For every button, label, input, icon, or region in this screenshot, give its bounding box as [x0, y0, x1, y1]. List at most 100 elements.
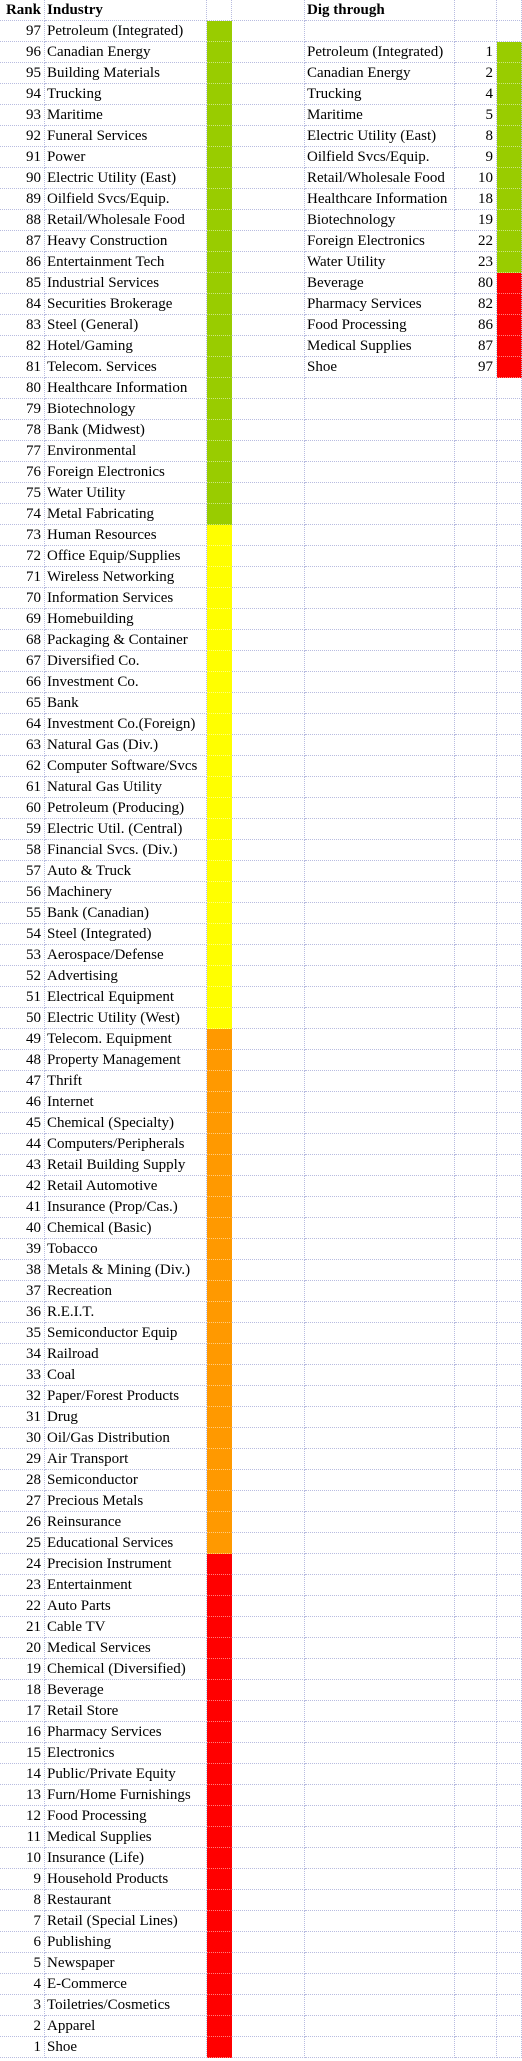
dig-color-cell[interactable] [497, 1470, 522, 1491]
dig-value-cell[interactable] [455, 609, 497, 630]
industry-cell[interactable]: Human Resources [45, 525, 207, 546]
dig-value-cell[interactable] [455, 1218, 497, 1239]
tier-color-cell[interactable] [207, 1596, 232, 1617]
industry-cell[interactable]: Electric Utility (East) [45, 168, 207, 189]
tier-color-cell[interactable] [207, 1911, 232, 1932]
cell[interactable] [232, 630, 305, 651]
tier-color-cell[interactable] [207, 378, 232, 399]
dig-value-cell[interactable] [455, 1071, 497, 1092]
cell[interactable] [232, 987, 305, 1008]
dig-color-cell[interactable] [497, 735, 522, 756]
rank-cell[interactable]: 63 [0, 735, 45, 756]
rank-cell[interactable]: 4 [0, 1974, 45, 1995]
dig-name-cell[interactable] [305, 861, 455, 882]
dig-value-cell[interactable] [455, 1890, 497, 1911]
dig-color-cell[interactable] [497, 1218, 522, 1239]
dig-value-cell[interactable] [455, 378, 497, 399]
industry-cell[interactable]: Railroad [45, 1344, 207, 1365]
rank-cell[interactable]: 68 [0, 630, 45, 651]
rank-cell[interactable]: 2 [0, 2016, 45, 2037]
cell[interactable] [232, 882, 305, 903]
industry-cell[interactable]: Advertising [45, 966, 207, 987]
industry-cell[interactable]: Healthcare Information [45, 378, 207, 399]
tier-color-cell[interactable] [207, 441, 232, 462]
rank-cell[interactable]: 79 [0, 399, 45, 420]
dig-value-cell[interactable] [455, 651, 497, 672]
industry-cell[interactable]: Chemical (Diversified) [45, 1659, 207, 1680]
industry-cell[interactable]: Trucking [45, 84, 207, 105]
tier-color-cell[interactable] [207, 1848, 232, 1869]
tier-color-cell[interactable] [207, 1806, 232, 1827]
cell[interactable] [232, 609, 305, 630]
industry-cell[interactable]: Steel (General) [45, 315, 207, 336]
cell[interactable] [232, 1617, 305, 1638]
industry-cell[interactable]: Natural Gas Utility [45, 777, 207, 798]
dig-name-cell[interactable] [305, 1596, 455, 1617]
rank-cell[interactable]: 96 [0, 42, 45, 63]
rank-cell[interactable]: 36 [0, 1302, 45, 1323]
rank-cell[interactable]: 25 [0, 1533, 45, 1554]
dig-value-cell[interactable] [455, 693, 497, 714]
tier-color-cell[interactable] [207, 399, 232, 420]
tier-color-cell[interactable] [207, 483, 232, 504]
dig-name-cell[interactable] [305, 420, 455, 441]
dig-color-cell[interactable] [497, 210, 522, 231]
tier-color-cell[interactable] [207, 651, 232, 672]
dig-name-cell[interactable] [305, 777, 455, 798]
dig-value-cell[interactable] [455, 567, 497, 588]
rank-cell[interactable]: 89 [0, 189, 45, 210]
dig-name-cell[interactable]: Medical Supplies [305, 336, 455, 357]
tier-color-cell[interactable] [207, 1953, 232, 1974]
dig-value-cell[interactable] [455, 987, 497, 1008]
rank-cell[interactable]: 66 [0, 672, 45, 693]
rank-cell[interactable]: 61 [0, 777, 45, 798]
cell[interactable] [232, 546, 305, 567]
dig-value-cell[interactable] [455, 1428, 497, 1449]
dig-color-cell[interactable] [497, 126, 522, 147]
dig-name-cell[interactable] [305, 1911, 455, 1932]
cell[interactable] [232, 1554, 305, 1575]
rank-cell[interactable]: 64 [0, 714, 45, 735]
tier-color-cell[interactable] [207, 63, 232, 84]
dig-value-cell[interactable] [455, 1596, 497, 1617]
cell[interactable] [232, 735, 305, 756]
dig-value-cell[interactable] [455, 588, 497, 609]
industry-cell[interactable]: Publishing [45, 1932, 207, 1953]
cell[interactable] [232, 42, 305, 63]
rank-cell[interactable]: 21 [0, 1617, 45, 1638]
rank-cell[interactable]: 60 [0, 798, 45, 819]
rank-cell[interactable]: 28 [0, 1470, 45, 1491]
dig-color-cell[interactable] [497, 693, 522, 714]
dig-color-cell[interactable] [497, 1176, 522, 1197]
dig-name-cell[interactable]: Shoe [305, 357, 455, 378]
cell[interactable] [232, 819, 305, 840]
tier-color-cell[interactable] [207, 903, 232, 924]
tier-color-cell[interactable] [207, 672, 232, 693]
dig-name-cell[interactable] [305, 1092, 455, 1113]
rank-cell[interactable]: 80 [0, 378, 45, 399]
rank-cell[interactable]: 62 [0, 756, 45, 777]
tier-color-cell[interactable] [207, 42, 232, 63]
dig-value-cell[interactable] [455, 1554, 497, 1575]
dig-value-cell[interactable]: 80 [455, 273, 497, 294]
rank-cell[interactable]: 53 [0, 945, 45, 966]
dig-color-cell[interactable] [497, 1050, 522, 1071]
tier-color-cell[interactable] [207, 1281, 232, 1302]
industry-cell[interactable]: Insurance (Prop/Cas.) [45, 1197, 207, 1218]
industry-cell[interactable]: Natural Gas (Div.) [45, 735, 207, 756]
cell[interactable] [232, 1029, 305, 1050]
dig-value-cell[interactable] [455, 504, 497, 525]
industry-cell[interactable]: Industrial Services [45, 273, 207, 294]
cell[interactable] [232, 1680, 305, 1701]
dig-color-cell[interactable] [497, 1323, 522, 1344]
rank-cell[interactable]: 69 [0, 609, 45, 630]
dig-value-cell[interactable] [455, 1008, 497, 1029]
industry-cell[interactable]: Office Equip/Supplies [45, 546, 207, 567]
tier-color-cell[interactable] [207, 567, 232, 588]
dig-color-cell[interactable] [497, 1407, 522, 1428]
dig-name-cell[interactable] [305, 1470, 455, 1491]
cell[interactable] [232, 1344, 305, 1365]
dig-color-cell[interactable] [497, 840, 522, 861]
dig-color-cell[interactable] [497, 420, 522, 441]
dig-name-cell[interactable] [305, 1722, 455, 1743]
